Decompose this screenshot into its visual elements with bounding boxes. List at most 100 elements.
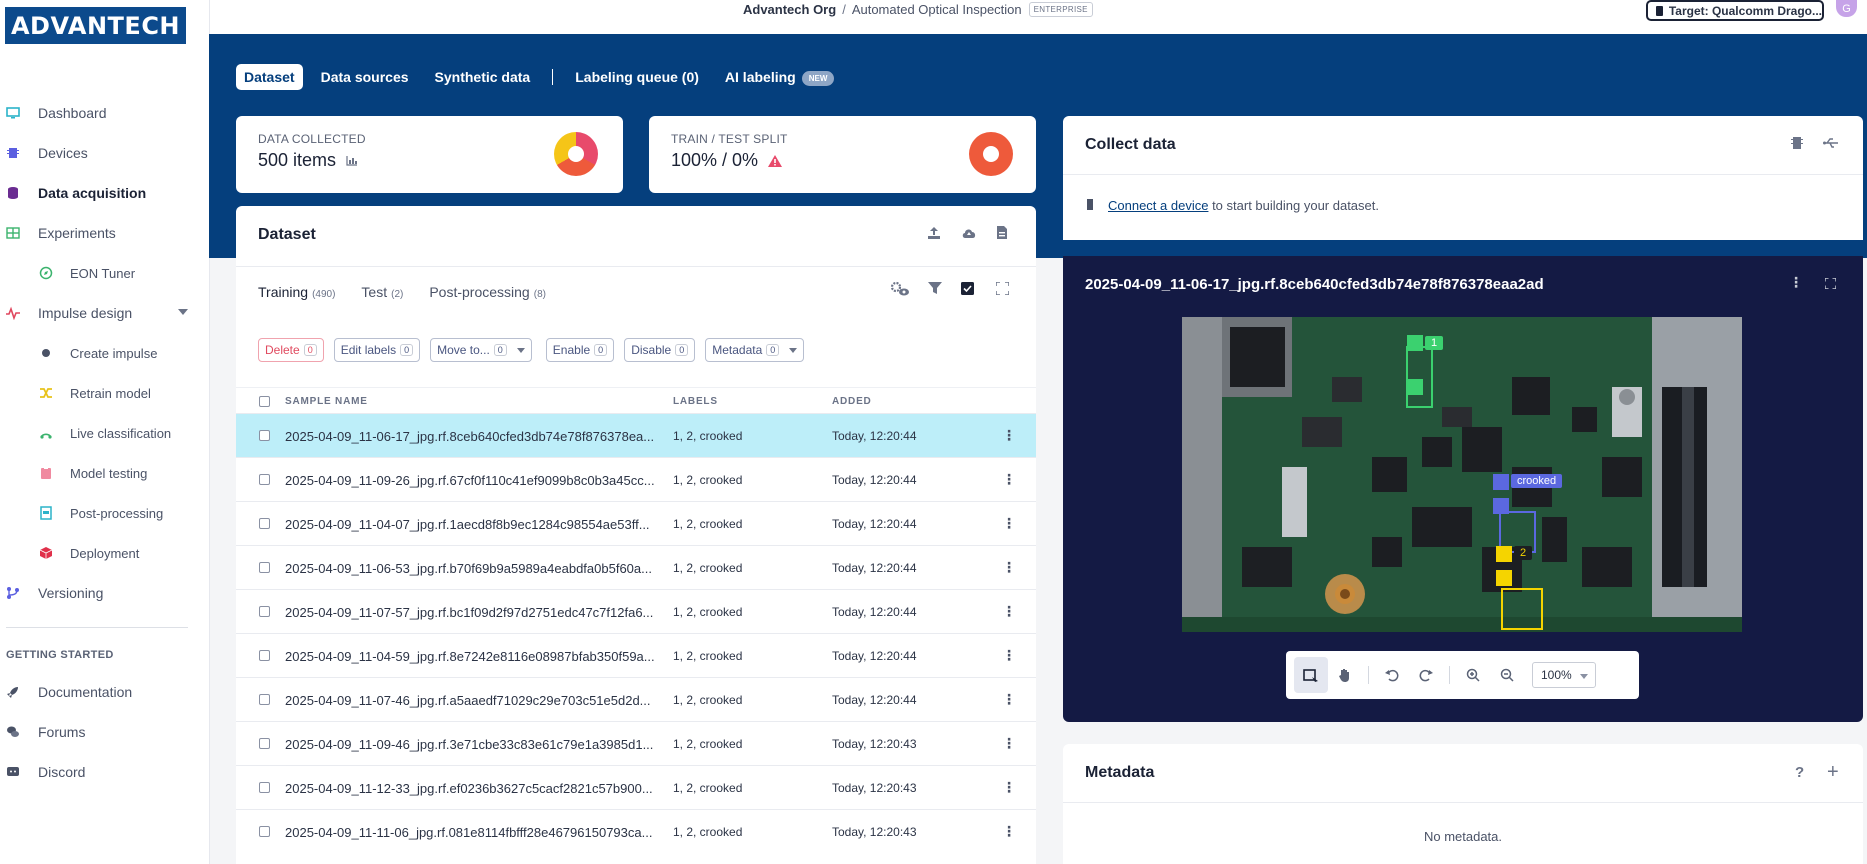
move-handle-icon[interactable] xyxy=(1407,335,1423,351)
row-sample-name[interactable]: 2025-04-09_11-11-06_jpg.rf.081e8114fbfff… xyxy=(285,825,652,840)
sidebar-item-model-testing[interactable]: Model testing xyxy=(0,453,210,493)
connect-device-link[interactable]: Connect a device xyxy=(1108,198,1208,213)
row-sample-name[interactable]: 2025-04-09_11-06-53_jpg.rf.b70f69b9a5989… xyxy=(285,561,652,576)
usb-icon[interactable] xyxy=(1823,136,1839,150)
row-checkbox[interactable] xyxy=(259,606,270,617)
row-checkbox[interactable] xyxy=(259,474,270,485)
sidebar-item-impulse-design[interactable]: Impulse design xyxy=(0,293,210,333)
row-checkbox[interactable] xyxy=(259,694,270,705)
metadata-dropdown[interactable]: Metadata 0 xyxy=(705,338,805,362)
pcb-image[interactable]: 1 crooked 2 xyxy=(1182,317,1742,632)
table-row[interactable]: 2025-04-09_11-04-07_jpg.rf.1aecd8f8b9ec1… xyxy=(236,501,1036,545)
expand-icon[interactable] xyxy=(1825,278,1836,289)
move-to-dropdown[interactable]: Move to... 0 xyxy=(430,338,532,362)
advantech-logo[interactable]: ADVANTECH xyxy=(5,7,186,44)
kebab-menu-icon[interactable]: ⋮ xyxy=(1002,559,1016,576)
sidebar-item-devices[interactable]: Devices xyxy=(0,133,210,173)
table-row[interactable]: 2025-04-09_11-09-46_jpg.rf.3e71cbe33c83e… xyxy=(236,721,1036,765)
redo-button[interactable] xyxy=(1409,657,1443,693)
sidebar-item-dashboard[interactable]: Dashboard xyxy=(0,93,210,133)
chip-icon[interactable] xyxy=(1791,135,1803,151)
subtab-test[interactable]: Test (2) xyxy=(361,284,403,300)
filter-icon[interactable] xyxy=(928,282,942,295)
table-row[interactable]: 2025-04-09_11-07-46_jpg.rf.a5aaedf71029c… xyxy=(236,677,1036,721)
row-checkbox[interactable] xyxy=(259,650,270,661)
chevron-down-icon[interactable] xyxy=(178,309,188,315)
kebab-menu-icon[interactable]: ⋮ xyxy=(1002,735,1016,752)
kebab-menu-icon[interactable]: ⋮ xyxy=(1789,274,1803,291)
zoom-out-button[interactable] xyxy=(1490,657,1524,693)
select-all-icon[interactable] xyxy=(961,282,974,295)
sidebar-item-eon-tuner[interactable]: EON Tuner xyxy=(0,253,210,293)
pan-tool[interactable] xyxy=(1328,657,1362,693)
resize-handle-icon[interactable] xyxy=(1496,570,1512,586)
sidebar-item-retrain-model[interactable]: Retrain model xyxy=(0,373,210,413)
cloud-upload-icon[interactable] xyxy=(961,226,977,240)
row-sample-name[interactable]: 2025-04-09_11-06-17_jpg.rf.8ceb640cfed3d… xyxy=(285,429,654,444)
kebab-menu-icon[interactable]: ⋮ xyxy=(1002,823,1016,840)
sidebar-item-forums[interactable]: Forums xyxy=(0,712,210,752)
kebab-menu-icon[interactable]: ⋮ xyxy=(1002,647,1016,664)
move-handle-icon[interactable] xyxy=(1496,546,1512,562)
resize-handle-icon[interactable] xyxy=(1493,498,1509,514)
table-row[interactable]: 2025-04-09_11-09-26_jpg.rf.67cf0f110c41e… xyxy=(236,457,1036,501)
sidebar-item-live-classification[interactable]: Live classification xyxy=(0,413,210,453)
table-row[interactable]: 2025-04-09_11-04-59_jpg.rf.8e7242e8116e0… xyxy=(236,633,1036,677)
row-sample-name[interactable]: 2025-04-09_11-04-59_jpg.rf.8e7242e8116e0… xyxy=(285,649,655,664)
kebab-menu-icon[interactable]: ⋮ xyxy=(1002,471,1016,488)
row-sample-name[interactable]: 2025-04-09_11-09-26_jpg.rf.67cf0f110c41e… xyxy=(285,473,655,488)
draw-box-tool[interactable] xyxy=(1294,657,1328,693)
bounding-box-label[interactable]: 2 xyxy=(1514,546,1533,560)
disable-button[interactable]: Disable 0 xyxy=(624,338,696,362)
table-row[interactable]: 2025-04-09_11-07-57_jpg.rf.bc1f09d2f97d2… xyxy=(236,589,1036,633)
subtab-post-processing[interactable]: Post-processing (8) xyxy=(429,284,546,300)
delete-button[interactable]: Delete 0 xyxy=(258,338,324,362)
target-device-button[interactable]: Target: Qualcomm Drago... xyxy=(1646,0,1824,21)
expand-icon[interactable] xyxy=(996,282,1009,295)
tab-labeling-queue[interactable]: Labeling queue (0) xyxy=(567,64,707,90)
row-sample-name[interactable]: 2025-04-09_11-07-57_jpg.rf.bc1f09d2f97d2… xyxy=(285,605,653,620)
resize-handle-icon[interactable] xyxy=(1407,379,1423,395)
kebab-menu-icon[interactable]: ⋮ xyxy=(1002,779,1016,796)
column-labels[interactable]: LABELS xyxy=(673,396,718,407)
settings-eye-icon[interactable] xyxy=(890,281,910,297)
enable-button[interactable]: Enable 0 xyxy=(545,338,615,362)
select-all-checkbox[interactable] xyxy=(259,396,270,407)
row-sample-name[interactable]: 2025-04-09_11-09-46_jpg.rf.3e71cbe33c83e… xyxy=(285,737,653,752)
row-sample-name[interactable]: 2025-04-09_11-07-46_jpg.rf.a5aaedf71029c… xyxy=(285,693,651,708)
chart-icon[interactable] xyxy=(346,155,358,166)
sidebar-item-post-processing[interactable]: Post-processing xyxy=(0,493,210,533)
sidebar-item-data-acquisition[interactable]: Data acquisition xyxy=(0,173,210,213)
breadcrumb-project[interactable]: Automated Optical Inspection xyxy=(852,2,1022,17)
sidebar-item-create-impulse[interactable]: Create impulse xyxy=(0,333,210,373)
table-row[interactable]: 2025-04-09_11-12-33_jpg.rf.ef0236b3627c5… xyxy=(236,765,1036,809)
kebab-menu-icon[interactable]: ⋮ xyxy=(1002,515,1016,532)
kebab-menu-icon[interactable]: ⋮ xyxy=(1002,427,1016,444)
row-checkbox[interactable] xyxy=(259,738,270,749)
sidebar-item-documentation[interactable]: Documentation xyxy=(0,672,210,712)
zoom-in-button[interactable] xyxy=(1456,657,1490,693)
sidebar-item-versioning[interactable]: Versioning xyxy=(0,573,210,613)
subtab-training[interactable]: Training (490) xyxy=(258,284,335,300)
column-sample-name[interactable]: SAMPLE NAME xyxy=(285,396,368,407)
kebab-menu-icon[interactable]: ⋮ xyxy=(1002,691,1016,708)
move-handle-icon[interactable] xyxy=(1493,474,1509,490)
bounding-box-label[interactable]: crooked xyxy=(1511,474,1563,488)
tab-dataset[interactable]: Dataset xyxy=(236,64,303,90)
row-checkbox[interactable] xyxy=(259,518,270,529)
table-row[interactable]: 2025-04-09_11-11-06_jpg.rf.081e8114fbfff… xyxy=(236,809,1036,853)
document-icon[interactable] xyxy=(996,225,1008,240)
table-row[interactable]: 2025-04-09_11-06-17_jpg.rf.8ceb640cfed3d… xyxy=(236,413,1036,457)
warning-icon[interactable] xyxy=(768,154,783,167)
bounding-box-label[interactable]: 1 xyxy=(1425,336,1444,350)
table-row[interactable]: 2025-04-09_11-06-53_jpg.rf.b70f69b9a5989… xyxy=(236,545,1036,589)
row-checkbox[interactable] xyxy=(259,430,270,441)
edit-labels-button[interactable]: Edit labels 0 xyxy=(333,338,421,362)
avatar[interactable]: G xyxy=(1836,0,1857,17)
zoom-level-select[interactable]: 100% xyxy=(1532,662,1596,688)
undo-button[interactable] xyxy=(1375,657,1409,693)
add-icon[interactable]: + xyxy=(1827,761,1839,784)
help-icon[interactable]: ? xyxy=(1795,764,1804,781)
column-added[interactable]: ADDED xyxy=(832,396,872,407)
upload-icon[interactable] xyxy=(927,226,941,240)
